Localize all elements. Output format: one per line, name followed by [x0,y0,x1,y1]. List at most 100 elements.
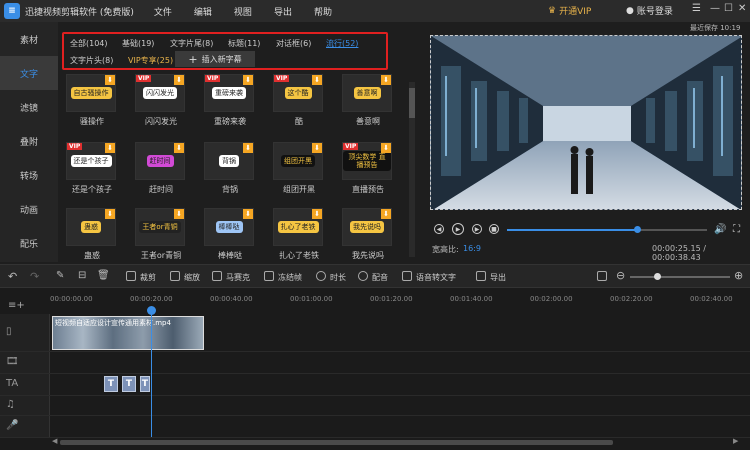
volume-icon[interactable]: 🔊 [714,224,726,235]
tab-all[interactable]: 全部(104) [70,38,108,49]
download-icon[interactable]: ⬇ [381,143,391,153]
template-item[interactable]: 王者or青铜 ⬇ 王者or青铜 [135,208,187,261]
playhead-handle[interactable] [147,306,156,315]
menu-export[interactable]: 导出 [274,5,292,18]
template-thumbnail[interactable]: 还是个孩子 VIP ⬇ [66,142,116,180]
text-clip[interactable]: T [104,376,118,392]
vip-button[interactable]: ♛ 开通VIP [548,4,591,18]
download-icon[interactable]: ⬇ [381,75,391,85]
download-icon[interactable]: ⬇ [243,209,253,219]
download-icon[interactable]: ⬇ [312,143,322,153]
maximize-icon[interactable]: ☐ [724,3,733,14]
template-item[interactable]: 还是个孩子 VIP ⬇ 还是个孩子 [66,142,118,195]
tab-dialog[interactable]: 对话框(6) [276,38,311,49]
edit-icon[interactable]: ✎ [56,270,64,281]
dub-tool[interactable]: 配音 [372,272,388,283]
template-item[interactable]: 组团开黑 ⬇ 组团开黑 [273,142,325,195]
duration-tool[interactable]: 时长 [330,272,346,283]
panel-scroll-thumb[interactable] [409,88,415,118]
timeline-scrollbar[interactable] [60,440,613,445]
download-icon[interactable]: ⬇ [174,75,184,85]
template-item[interactable]: 这个酷 VIP ⬇ 酷 [273,74,325,127]
menu-help[interactable]: 帮助 [314,5,332,18]
playback-progress-knob[interactable] [634,226,641,233]
sidebar-item-text[interactable]: 文字 [0,56,58,90]
zoom-icon[interactable] [170,271,180,281]
next-frame-button[interactable]: ▶ [472,224,482,234]
scroll-left-icon[interactable]: ◀ [52,437,57,445]
sidebar-item-music[interactable]: 配乐 [0,226,58,260]
crop-icon[interactable] [126,271,136,281]
download-icon[interactable]: ⬇ [105,143,115,153]
tab-title[interactable]: 标题(11) [228,38,260,49]
zoom-slider-track[interactable] [630,276,730,278]
fit-icon[interactable] [597,271,607,281]
clock-icon[interactable] [316,271,326,281]
playhead[interactable] [151,307,152,437]
stop-button[interactable]: ■ [489,224,499,234]
download-icon[interactable]: ⬇ [381,209,391,219]
text-clip[interactable]: T [140,376,150,392]
menu-view[interactable]: 视图 [234,5,252,18]
template-item[interactable]: 我先说吗 ⬇ 我先说吗 [342,208,394,261]
video-preview[interactable] [430,35,742,210]
freeze-frame-tool[interactable]: 冻结帧 [278,272,302,283]
mic-icon[interactable] [358,271,368,281]
download-icon[interactable]: ⬇ [243,75,253,85]
zoom-in-icon[interactable]: ⊕ [734,269,743,282]
minimize-icon[interactable]: — [710,3,720,14]
template-item[interactable]: 顶尖数学 直播预告 VIP ⬇ 直播预告 [342,142,394,195]
template-thumbnail[interactable]: 扎心了老铁 ⬇ [273,208,323,246]
tab-text-intro[interactable]: 文字片头(8) [70,55,113,66]
template-thumbnail[interactable]: 王者or青铜 ⬇ [135,208,185,246]
insert-subtitle-button[interactable]: + 插入新字幕 [175,51,255,67]
template-thumbnail[interactable]: 组团开黑 ⬇ [273,142,323,180]
fullscreen-icon[interactable]: ⛶ [733,224,740,235]
add-track-icon[interactable]: ≡+ [8,300,25,311]
menu-edit[interactable]: 编辑 [194,5,212,18]
play-button[interactable]: ▶ [452,223,464,235]
speech-to-text-tool[interactable]: 语音转文字 [416,272,456,283]
template-thumbnail[interactable]: 自古骚操作 ⬇ [66,74,116,112]
template-item[interactable]: 扎心了老铁 ⬇ 扎心了老铁 [273,208,325,261]
freeze-icon[interactable] [264,271,274,281]
tab-popular[interactable]: 流行(52) [326,38,358,49]
export-tool[interactable]: 导出 [490,272,506,283]
template-item[interactable]: 赶时间 ⬇ 赶时间 [135,142,187,195]
template-thumbnail[interactable]: 重磅来袭 VIP ⬇ [204,74,254,112]
template-thumbnail[interactable]: 蛊惑 ⬇ [66,208,116,246]
template-item[interactable]: 善意啊 ⬇ 善意啊 [342,74,394,127]
delete-icon[interactable]: 🗑 [97,270,110,281]
template-item[interactable]: 重磅来袭 VIP ⬇ 重磅来袭 [204,74,256,127]
mosaic-tool[interactable]: 马赛克 [226,272,250,283]
login-button[interactable]: ● 账号登录 [626,4,673,18]
download-icon[interactable]: ⬇ [105,75,115,85]
tab-basic[interactable]: 基础(19) [122,38,154,49]
tab-text-outro[interactable]: 文字片尾(8) [170,38,213,49]
template-item[interactable]: 蛊惑 ⬇ 蛊惑 [66,208,118,261]
split-icon[interactable]: ⊟ [78,270,86,281]
template-item[interactable]: 闪闪发光 VIP ⬇ 闪闪发光 [135,74,187,127]
sidebar-item-material[interactable]: 素材 [0,22,58,56]
template-item[interactable]: 自古骚操作 ⬇ 骚操作 [66,74,118,127]
tab-vip[interactable]: VIP专享(25) [128,55,173,66]
template-thumbnail[interactable]: 这个酷 VIP ⬇ [273,74,323,112]
download-icon[interactable]: ⬇ [312,209,322,219]
aspect-ratio-value[interactable]: 16:9 [463,244,481,253]
crop-tool[interactable]: 裁剪 [140,272,156,283]
template-thumbnail[interactable]: 背锅 ⬇ [204,142,254,180]
mosaic-icon[interactable] [212,271,222,281]
scroll-right-icon[interactable]: ▶ [733,437,738,445]
undo-icon[interactable]: ↶ [8,270,17,283]
zoom-slider-knob[interactable] [654,273,661,280]
template-thumbnail[interactable]: 善意啊 ⬇ [342,74,392,112]
download-icon[interactable]: ⬇ [105,209,115,219]
sidebar-item-transition[interactable]: 转场 [0,158,58,192]
redo-icon[interactable]: ↷ [30,270,39,283]
menu-file[interactable]: 文件 [154,5,172,18]
download-icon[interactable]: ⬇ [174,209,184,219]
template-item[interactable]: 棒棒哒 ⬇ 棒棒哒 [204,208,256,261]
zoom-tool[interactable]: 缩放 [184,272,200,283]
template-thumbnail[interactable]: 棒棒哒 ⬇ [204,208,254,246]
template-item[interactable]: 背锅 ⬇ 背锅 [204,142,256,195]
